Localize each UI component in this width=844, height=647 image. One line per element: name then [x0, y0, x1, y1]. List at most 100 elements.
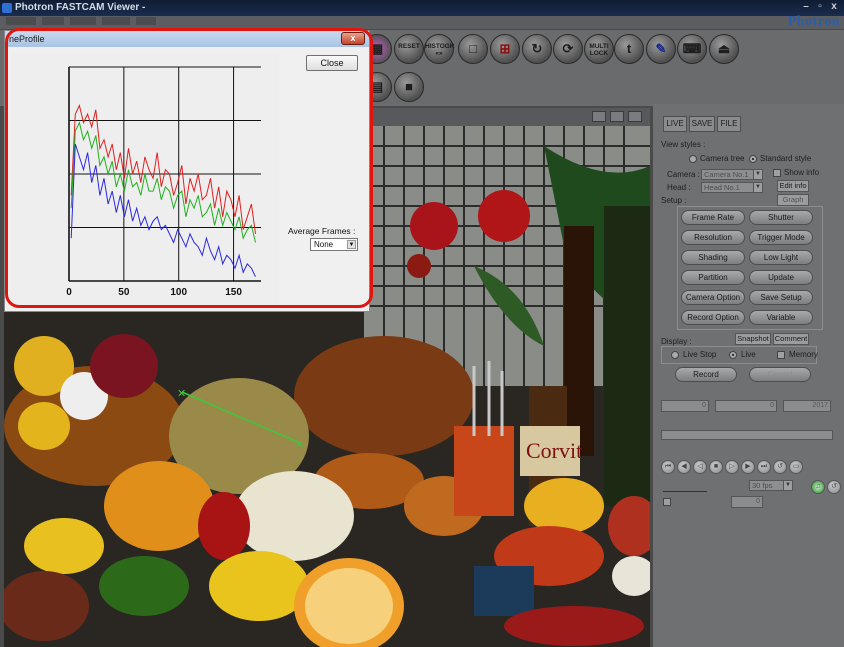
maximize-button[interactable]: ▫	[814, 1, 826, 13]
camera-select[interactable]: Camera No.1 ▼	[701, 169, 763, 180]
edit-info-button[interactable]: Edit info	[777, 180, 809, 192]
resolution-button[interactable]: Resolution	[681, 230, 745, 245]
partition-button[interactable]: Partition	[681, 270, 745, 285]
first-frame-icon[interactable]: ⏮	[661, 460, 675, 474]
step-field[interactable]: 0	[731, 496, 763, 508]
minimize-button[interactable]: –	[800, 1, 812, 13]
grid-view-button[interactable]: ⊞	[490, 34, 520, 64]
variable-button[interactable]: Variable	[749, 310, 813, 325]
sync-button[interactable]: ⟳	[553, 34, 583, 64]
frame-start-field[interactable]: 0	[661, 400, 709, 412]
shading-button[interactable]: Shading	[681, 250, 745, 265]
profile-series-line	[70, 143, 256, 277]
reverse-icon[interactable]: ↺	[827, 480, 841, 494]
live-label: Live	[741, 350, 756, 359]
save-setup-button[interactable]: Save Setup	[749, 290, 813, 305]
step-checkbox[interactable]	[663, 498, 671, 506]
last-frame-icon[interactable]: ⏭	[757, 460, 771, 474]
line-profile-dialog: neProfile x 0 50 100 150 Close Average Fram…	[4, 30, 370, 312]
stop-playback-icon[interactable]: ■	[709, 460, 723, 474]
main-title-bar: Photron FASTCAM Viewer - – ▫ x	[0, 0, 844, 16]
average-frames-value: None	[314, 240, 334, 249]
show-info-checkbox[interactable]	[773, 169, 781, 177]
step-forward-icon[interactable]: ▶	[741, 460, 755, 474]
viewer-restore-icon[interactable]	[610, 111, 624, 122]
record-option-button[interactable]: Record Option	[681, 310, 745, 325]
dialog-close-icon[interactable]: x	[341, 32, 365, 45]
snapshot-button[interactable]: Snapshot	[735, 333, 771, 345]
trigger-mode-button[interactable]: Trigger Mode	[749, 230, 813, 245]
chevron-down-icon: ▼	[753, 170, 762, 179]
tab-live[interactable]: LIVE	[663, 116, 687, 132]
camera-tree-radio[interactable]	[689, 155, 697, 163]
rotate-button[interactable]: ↻	[522, 34, 552, 64]
memory-label: Memory	[789, 350, 818, 359]
profile-start-marker[interactable]: ✕	[177, 387, 186, 400]
profile-end-marker[interactable]: ✕	[295, 438, 304, 451]
menu-item-option[interactable]	[70, 17, 96, 25]
pen-button[interactable]: ✎	[646, 34, 676, 64]
standard-style-radio[interactable]	[749, 155, 757, 163]
window-frame-button[interactable]: □	[458, 34, 488, 64]
chevron-down-icon: ▼	[347, 240, 356, 249]
grid-view-icon: ⊞	[499, 41, 511, 56]
control-panel: LIVE SAVE FILE View styles : Camera tree…	[653, 104, 844, 647]
view-styles-label: View styles :	[661, 140, 706, 149]
menu-item-help[interactable]	[136, 17, 156, 25]
playback-progress-bar[interactable]	[661, 430, 833, 440]
step-back-icon[interactable]: ◀	[677, 460, 691, 474]
profile-chart: 0 50 100 150	[11, 53, 279, 305]
histogram-icon: HISTOGR «»	[425, 43, 455, 57]
frame-current-field[interactable]: 0	[715, 400, 777, 412]
camera-option-button[interactable]: Camera Option	[681, 290, 745, 305]
eject-button[interactable]: ⏏	[709, 34, 739, 64]
live-radio[interactable]	[729, 351, 737, 359]
close-window-button[interactable]: x	[828, 1, 840, 13]
graph-button[interactable]: Graph	[777, 194, 809, 206]
memory-checkbox[interactable]	[777, 351, 785, 359]
fps-select[interactable]: 30 fps ▼	[749, 480, 793, 491]
cancel-button[interactable]: Cancel	[749, 367, 811, 382]
app-icon	[2, 3, 12, 13]
head-select[interactable]: Head No.1 ▼	[701, 182, 763, 193]
tab-save[interactable]: SAVE	[689, 116, 715, 132]
speed-slider[interactable]	[663, 484, 707, 492]
record-button[interactable]: Record	[675, 367, 737, 382]
tab-file[interactable]: FILE	[717, 116, 741, 132]
comment-button[interactable]: Comment	[773, 333, 809, 345]
reverse-play-icon[interactable]: ◁	[693, 460, 707, 474]
sync-play-icon[interactable]: ♫	[811, 480, 825, 494]
fastcam-viewer-app: Photron FASTCAM Viewer - – ▫ x Photron ▦…	[0, 0, 844, 647]
trigger-button[interactable]: t	[614, 34, 644, 64]
display-label: Display :	[661, 337, 692, 346]
keyboard-icon: ⌨	[682, 41, 702, 56]
low-light-button[interactable]: Low Light	[749, 250, 813, 265]
loop-icon[interactable]: ↺	[773, 460, 787, 474]
frame-end-field[interactable]: 2017	[783, 400, 831, 412]
menu-item-window[interactable]	[102, 17, 130, 25]
layout-button-2[interactable]: ■	[394, 72, 424, 102]
close-button[interactable]: Close	[306, 55, 358, 71]
save-clip-icon[interactable]: ▭	[789, 460, 803, 474]
chevron-down-icon: ▼	[783, 481, 792, 490]
viewer-minimize-icon[interactable]	[592, 111, 606, 122]
keyboard-button[interactable]: ⌨	[677, 34, 707, 64]
frame-rate-button[interactable]: Frame Rate	[681, 210, 745, 225]
multi-lock-button[interactable]: MULTI LOCK	[584, 34, 614, 64]
menu-item-file[interactable]	[6, 17, 36, 25]
color-reset-button[interactable]: RESET	[394, 34, 424, 64]
camera-tree-label: Camera tree	[700, 154, 745, 163]
stop-icon: ■	[405, 79, 413, 94]
viewer-close-icon[interactable]	[628, 111, 642, 122]
average-frames-select[interactable]: None ▼	[310, 238, 358, 251]
menu-item-view[interactable]	[42, 17, 64, 25]
histogram-button[interactable]: HISTOGR «»	[424, 34, 455, 64]
update-button[interactable]: Update	[749, 270, 813, 285]
shutter-button[interactable]: Shutter	[749, 210, 813, 225]
window-title: Photron FASTCAM Viewer -	[15, 2, 146, 13]
play-icon[interactable]: ▷	[725, 460, 739, 474]
x-tick-label: 100	[170, 287, 187, 298]
live-stop-radio[interactable]	[671, 351, 679, 359]
average-frames-label: Average Frames :	[288, 226, 356, 236]
x-tick-label: 50	[118, 287, 130, 298]
